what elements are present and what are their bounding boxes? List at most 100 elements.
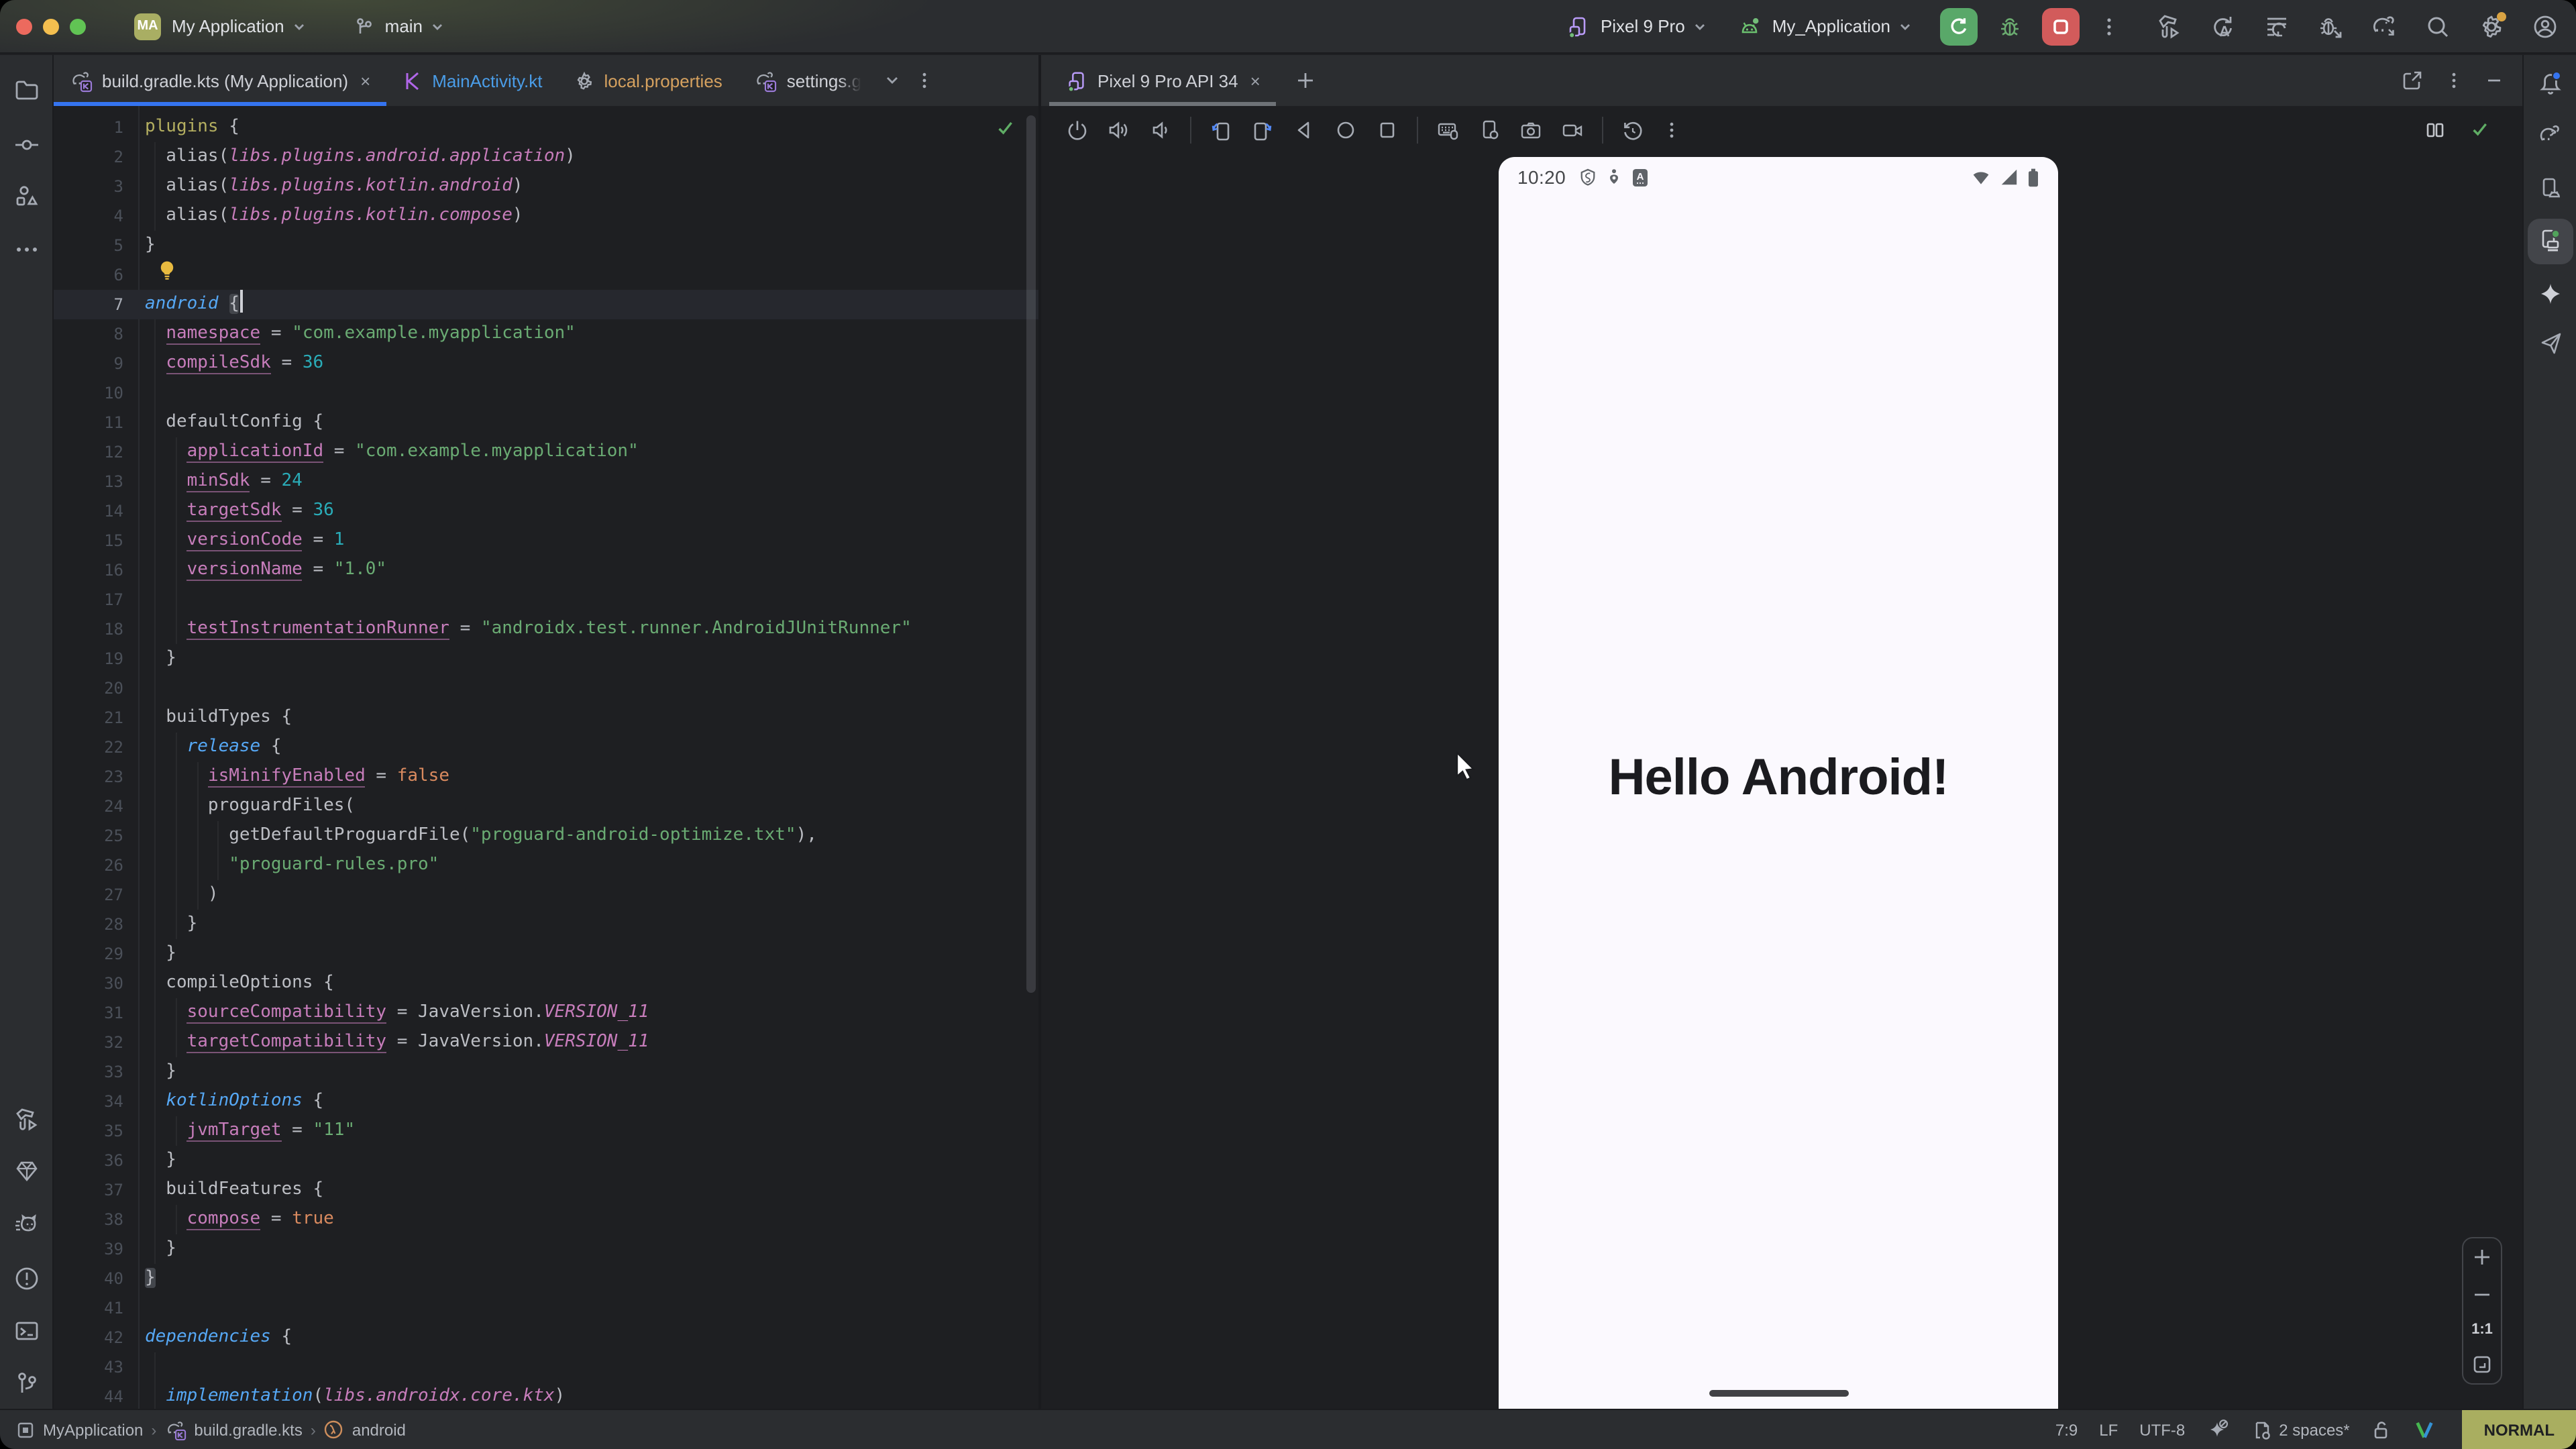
- code-line[interactable]: 24 proguardFiles(: [54, 792, 1040, 821]
- device-ui-settings-icon[interactable]: [1477, 117, 1501, 142]
- ideavim-icon[interactable]: [2414, 1419, 2436, 1440]
- device-more-kebab-icon[interactable]: [1662, 120, 1681, 139]
- app-quality-insights-icon[interactable]: [11, 1155, 43, 1187]
- tab-settings-gradle[interactable]: settings.g: [739, 55, 877, 106]
- code-editor[interactable]: 1plugins {2 alias(libs.plugins.android.a…: [54, 106, 1040, 1409]
- breadcrumb-project[interactable]: MyApplication: [43, 1420, 143, 1439]
- code-line[interactable]: 39 }: [54, 1234, 1040, 1264]
- code-line[interactable]: 20: [54, 674, 1040, 703]
- code-line[interactable]: 37 buildFeatures {: [54, 1175, 1040, 1205]
- reset-device-icon[interactable]: [1621, 117, 1645, 142]
- new-device-tab-plus-icon[interactable]: [1295, 70, 1316, 91]
- maximize-window-button[interactable]: [70, 18, 86, 34]
- code-line[interactable]: 14 targetSdk = 36: [54, 496, 1040, 526]
- gesture-navigation-bar[interactable]: [1709, 1390, 1849, 1397]
- code-line[interactable]: 18 testInstrumentationRunner = "androidx…: [54, 614, 1040, 644]
- editor-scrollbar[interactable]: [1026, 115, 1036, 993]
- code-line[interactable]: 9 compileSdk = 36: [54, 349, 1040, 378]
- layout-columns-icon[interactable]: [2424, 119, 2446, 140]
- tab-main-activity[interactable]: MainActivity.kt: [386, 55, 558, 106]
- stop-button[interactable]: [2042, 7, 2080, 45]
- code-line[interactable]: 31 sourceCompatibility = JavaVersion.VER…: [54, 998, 1040, 1028]
- code-line[interactable]: 1plugins {: [54, 113, 1040, 142]
- screen-record-icon[interactable]: [1560, 117, 1585, 142]
- panel-options-kebab-icon[interactable]: [2445, 71, 2463, 90]
- close-tab-icon[interactable]: ×: [1250, 70, 1260, 91]
- encoding-widget[interactable]: UTF-8: [2139, 1420, 2185, 1439]
- hardware-input-icon[interactable]: [1436, 117, 1460, 142]
- running-devices-icon[interactable]: [2534, 224, 2567, 256]
- code-line[interactable]: 27 ): [54, 880, 1040, 910]
- code-line[interactable]: 34 kotlinOptions {: [54, 1087, 1040, 1116]
- screenshot-camera-icon[interactable]: [1519, 117, 1543, 142]
- code-line[interactable]: 42dependencies {: [54, 1323, 1040, 1352]
- close-tab-icon[interactable]: ×: [360, 70, 370, 91]
- vim-mode-badge[interactable]: NORMAL: [2463, 1410, 2576, 1449]
- code-line[interactable]: 19 }: [54, 644, 1040, 674]
- hide-panel-minus-icon[interactable]: [2485, 71, 2504, 90]
- overview-button-icon[interactable]: [1375, 117, 1399, 142]
- code-line[interactable]: 26 "proguard-rules.pro": [54, 851, 1040, 880]
- code-line[interactable]: 8 namespace = "com.example.myapplication…: [54, 319, 1040, 349]
- code-line[interactable]: 17: [54, 585, 1040, 614]
- code-line[interactable]: 15 versionCode = 1: [54, 526, 1040, 555]
- code-line[interactable]: 12 applicationId = "com.example.myapplic…: [54, 437, 1040, 467]
- profile-avatar-icon[interactable]: [2530, 11, 2560, 41]
- close-window-button[interactable]: [16, 18, 32, 34]
- device-screen[interactable]: 10:20 A Hello Android!: [1499, 157, 2058, 1409]
- build-tool-window-icon[interactable]: [11, 1103, 43, 1135]
- more-tool-windows-icon[interactable]: [11, 233, 43, 266]
- version-control-icon[interactable]: [11, 1367, 43, 1399]
- code-line[interactable]: 13 minSdk = 24: [54, 467, 1040, 496]
- debug-bug-icon[interactable]: [1996, 13, 2023, 40]
- code-line[interactable]: 22 release {: [54, 733, 1040, 762]
- rotate-right-icon[interactable]: [1250, 117, 1275, 142]
- ai-assistant-disabled-icon[interactable]: [2206, 1418, 2229, 1441]
- code-line[interactable]: 38 compose = true: [54, 1205, 1040, 1234]
- lock-open-icon[interactable]: [2371, 1419, 2393, 1440]
- code-line[interactable]: 2 alias(libs.plugins.android.application…: [54, 142, 1040, 172]
- attach-debugger-icon[interactable]: [2316, 11, 2345, 41]
- line-separator-widget[interactable]: LF: [2099, 1420, 2118, 1439]
- tab-build-gradle[interactable]: build.gradle.kts (My Application) ×: [54, 55, 386, 106]
- airplane-icon[interactable]: [2534, 327, 2567, 360]
- apply-changes-restart-icon[interactable]: [2208, 11, 2238, 41]
- code-line[interactable]: 32 targetCompatibility = JavaVersion.VER…: [54, 1028, 1040, 1057]
- zoom-out-icon[interactable]: [2471, 1284, 2493, 1305]
- inspections-ok-check-icon[interactable]: [996, 118, 1016, 145]
- intention-lightbulb-icon[interactable]: [156, 259, 178, 288]
- code-line[interactable]: 11 defaultConfig {: [54, 408, 1040, 437]
- code-line[interactable]: 30 compileOptions {: [54, 969, 1040, 998]
- breadcrumb-file[interactable]: build.gradle.kts: [194, 1420, 302, 1439]
- more-actions-kebab-icon[interactable]: [2098, 15, 2120, 37]
- notifications-bell-icon[interactable]: [2534, 67, 2567, 99]
- code-line[interactable]: 28 }: [54, 910, 1040, 939]
- code-line[interactable]: 43: [54, 1352, 1040, 1382]
- tab-local-properties[interactable]: local.properties: [558, 55, 738, 106]
- profiler-cat-icon[interactable]: [11, 1209, 43, 1241]
- code-line[interactable]: 41: [54, 1293, 1040, 1323]
- code-line[interactable]: 36 }: [54, 1146, 1040, 1175]
- rerun-button[interactable]: [1940, 7, 1978, 45]
- code-line[interactable]: 33 }: [54, 1057, 1040, 1087]
- volume-down-icon[interactable]: [1148, 117, 1173, 142]
- code-line[interactable]: 7android {: [54, 290, 1040, 319]
- rotate-left-icon[interactable]: [1209, 117, 1233, 142]
- open-in-new-window-icon[interactable]: [2402, 70, 2423, 91]
- project-widget[interactable]: MA My Application: [97, 13, 307, 40]
- code-line[interactable]: 21 buildTypes {: [54, 703, 1040, 733]
- code-line[interactable]: 23 isMinifyEnabled = false: [54, 762, 1040, 792]
- code-line[interactable]: 25 getDefaultProguardFile("proguard-andr…: [54, 821, 1040, 851]
- device-manager-icon[interactable]: [2534, 173, 2567, 205]
- run-configuration-selector[interactable]: My_Application: [1737, 14, 1913, 38]
- vcs-branch-widget[interactable]: main: [353, 15, 445, 37]
- gradle-sync-icon[interactable]: [2369, 11, 2399, 41]
- code-line[interactable]: 35 jvmTarget = "11": [54, 1116, 1040, 1146]
- zoom-actual-size-button[interactable]: 1:1: [2471, 1322, 2493, 1338]
- code-line[interactable]: 4 alias(libs.plugins.kotlin.compose): [54, 201, 1040, 231]
- tab-running-device[interactable]: Pixel 9 Pro API 34 ×: [1049, 55, 1277, 106]
- power-icon[interactable]: [1065, 117, 1089, 142]
- code-line[interactable]: 3 alias(libs.plugins.kotlin.android): [54, 172, 1040, 201]
- zoom-in-icon[interactable]: [2471, 1246, 2493, 1268]
- tab-options-kebab-icon[interactable]: [915, 55, 934, 106]
